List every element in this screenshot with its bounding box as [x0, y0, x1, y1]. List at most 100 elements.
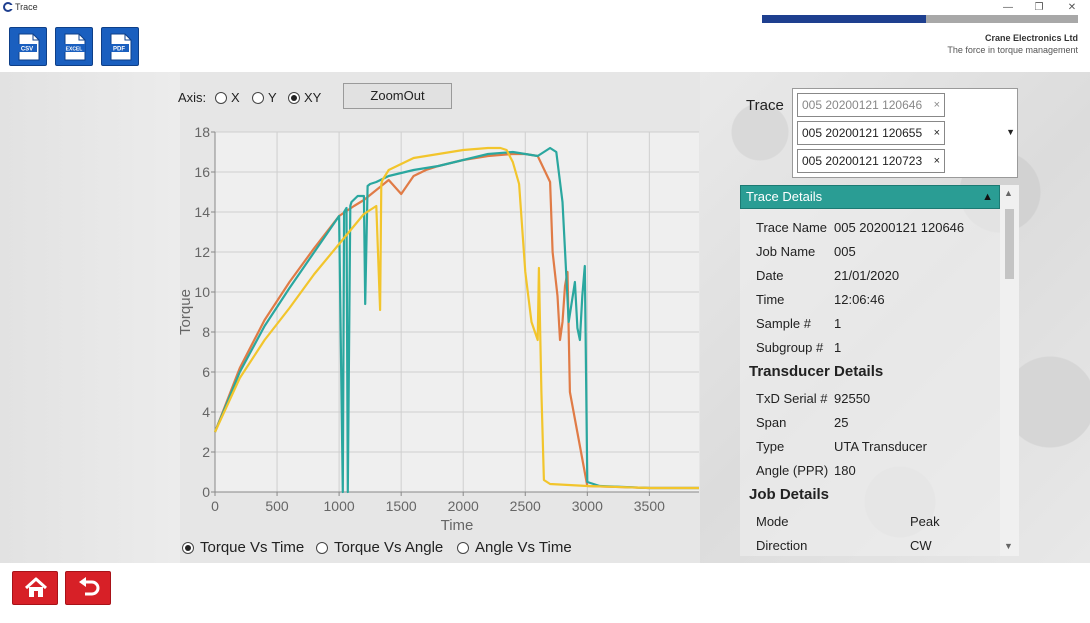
y-tick-label: 8: [202, 324, 210, 340]
export-csv-button[interactable]: CSV: [9, 27, 47, 66]
y-tick-label: 6: [202, 364, 210, 380]
detail-label: TxD Serial #: [756, 391, 828, 406]
y-tick-label: 14: [194, 204, 210, 220]
axis-y-label: Y: [268, 90, 277, 105]
csv-file-icon: CSV: [17, 33, 40, 61]
title-bar: Trace — ❐ ✕: [0, 0, 1090, 16]
axis-y-radio[interactable]: [252, 91, 264, 104]
x-tick-label: 3000: [572, 498, 603, 514]
trace-selector[interactable]: 005 20200121 120646 × 005 20200121 12065…: [792, 88, 1018, 178]
remove-trace-icon[interactable]: ×: [934, 122, 940, 144]
torque-chart[interactable]: 0 500 1000 1500 2000 2500 3000 3500 0 2 4 6 8 10 12 14 1…: [170, 120, 705, 540]
background-left: [0, 72, 180, 563]
trace-details-title: Trace Details: [746, 189, 823, 204]
y-tick-label: 18: [194, 124, 210, 140]
scroll-thumb[interactable]: [1005, 209, 1014, 279]
axis-y-option[interactable]: Y: [252, 90, 277, 105]
detail-value: 1: [834, 316, 842, 331]
detail-value: 1: [834, 340, 842, 355]
y-tick-label: 12: [194, 244, 210, 260]
axis-x-radio[interactable]: [215, 91, 227, 104]
detail-label: Span: [756, 415, 787, 430]
zoom-out-button[interactable]: ZoomOut: [343, 83, 452, 109]
trace-chip-name: 005 20200121 120723: [802, 154, 923, 168]
x-tick-label: 3500: [634, 498, 665, 514]
footer: [0, 563, 1090, 623]
mode-torque-vs-time-radio[interactable]: [182, 541, 194, 554]
details-scrollbar[interactable]: ▲ ▼: [1000, 185, 1019, 556]
mode-angle-vs-time-radio[interactable]: [457, 541, 469, 554]
y-tick-label: 16: [194, 164, 210, 180]
y-tick-label: 4: [202, 404, 210, 420]
dropdown-arrow-icon[interactable]: ▼: [1006, 127, 1015, 137]
mode-torque-vs-time-label: Torque Vs Time: [200, 539, 305, 556]
axis-xy-option[interactable]: XY: [288, 90, 321, 105]
x-tick-label: 0: [211, 498, 219, 514]
scroll-up-icon[interactable]: ▲: [1004, 188, 1013, 198]
collapse-chevron-icon[interactable]: ▲: [982, 186, 993, 208]
axis-label: Axis:: [178, 90, 207, 105]
scroll-down-icon[interactable]: ▼: [1004, 541, 1013, 551]
company-tagline: The force in torque management: [947, 45, 1078, 55]
y-axis-label: Torque: [177, 289, 194, 335]
y-tick-label: 10: [194, 284, 210, 300]
back-button[interactable]: [65, 571, 111, 605]
detail-value: 92550: [834, 391, 871, 406]
detail-label: Trace Name: [756, 220, 828, 235]
y-tick-label: 0: [202, 484, 210, 500]
detail-value: CW: [910, 538, 932, 553]
detail-label: Mode: [756, 514, 789, 529]
detail-value: 005 20200121 120646: [834, 220, 965, 235]
trace-chip-name: 005 20200121 120655: [802, 126, 923, 140]
restore-button[interactable]: ❐: [1031, 1, 1047, 14]
detail-label: Date: [756, 268, 784, 283]
x-tick-label: 2000: [448, 498, 479, 514]
pdf-label: PDF: [113, 47, 125, 53]
excel-file-icon: EXCEL: [63, 33, 86, 61]
detail-value: 005: [834, 244, 856, 259]
axis-xy-label: XY: [304, 90, 322, 105]
detail-value: Peak: [910, 514, 940, 529]
mode-torque-vs-angle-label: Torque Vs Angle: [334, 539, 444, 556]
mode-torque-vs-time[interactable]: Torque Vs Time: [182, 539, 304, 556]
app-logo-icon: [3, 2, 13, 12]
export-excel-button[interactable]: EXCEL: [55, 27, 93, 66]
brand-bar-dark: [762, 15, 926, 23]
x-tick-label: 500: [265, 498, 289, 514]
mode-torque-vs-angle-radio[interactable]: [316, 541, 328, 554]
detail-label: Type: [756, 439, 785, 454]
close-button[interactable]: ✕: [1064, 1, 1080, 14]
window-title: Trace: [15, 2, 38, 12]
axis-xy-radio[interactable]: [288, 91, 300, 104]
detail-value: 180: [834, 463, 856, 478]
mode-angle-vs-time[interactable]: Angle Vs Time: [457, 539, 572, 556]
x-tick-label: 1000: [324, 498, 355, 514]
detail-label: Sample #: [756, 316, 811, 331]
mode-angle-vs-time-label: Angle Vs Time: [475, 539, 572, 556]
axis-x-option[interactable]: X: [215, 90, 240, 105]
back-arrow-icon: [79, 577, 100, 596]
trace-details-header[interactable]: Trace Details ▲: [740, 185, 1000, 209]
detail-label: Direction: [756, 538, 808, 553]
mode-torque-vs-angle[interactable]: Torque Vs Angle: [316, 539, 443, 556]
job-details-title: Job Details: [749, 486, 830, 503]
remove-trace-icon[interactable]: ×: [934, 150, 940, 172]
axis-x-label: X: [231, 90, 240, 105]
remove-trace-icon[interactable]: ×: [934, 94, 940, 116]
trace-chip[interactable]: 005 20200121 120723 ×: [797, 149, 945, 173]
transducer-details-title: Transducer Details: [749, 363, 884, 380]
minimize-button[interactable]: —: [1000, 1, 1016, 14]
home-button[interactable]: [12, 571, 58, 605]
x-tick-label: 2500: [510, 498, 541, 514]
export-pdf-button[interactable]: PDF: [101, 27, 139, 66]
home-icon: [24, 577, 48, 597]
trace-details-panel: Trace Details ▲ Trace Name 005 20200121 …: [740, 185, 1019, 556]
detail-label: Angle (PPR): [756, 463, 829, 478]
detail-value: UTA Transducer: [834, 439, 927, 454]
y-tick-label: 2: [202, 444, 210, 460]
company-name: Crane Electronics Ltd: [984, 33, 1078, 43]
trace-chip-name: 005 20200121 120646: [802, 98, 923, 112]
trace-chip[interactable]: 005 20200121 120646 ×: [797, 93, 945, 117]
trace-chip[interactable]: 005 20200121 120655 ×: [797, 121, 945, 145]
x-axis-label: Time: [441, 517, 474, 534]
